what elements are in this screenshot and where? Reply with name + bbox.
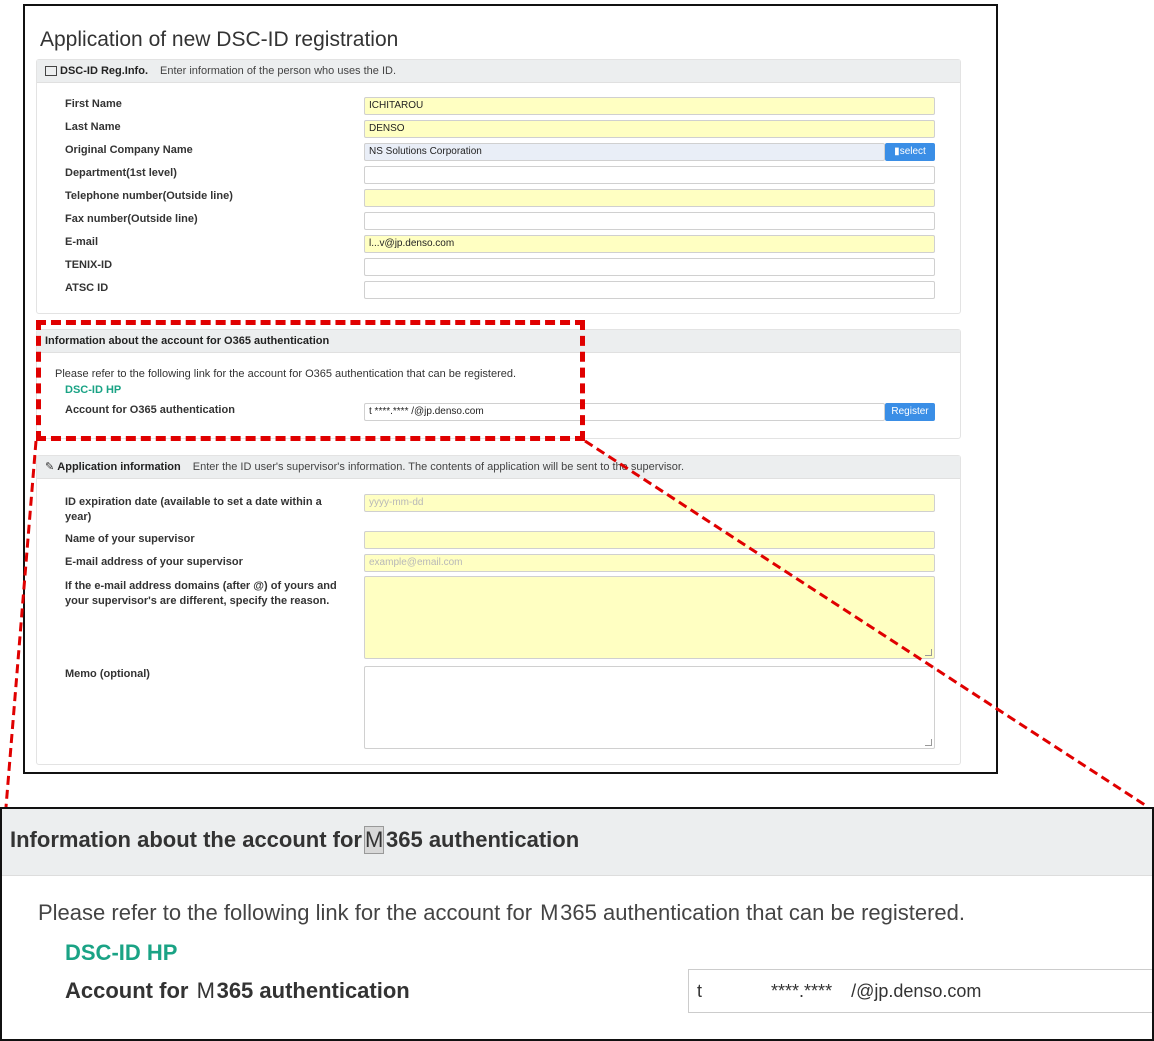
supervisor-email-input[interactable]: example@email.com xyxy=(364,554,935,572)
reg-info-description: Enter information of the person who uses… xyxy=(160,65,397,77)
select-button-label: select xyxy=(899,146,926,157)
application-header: ✎ Application information Enter the ID us… xyxy=(37,456,960,479)
label-tenix-id: TENIX-ID xyxy=(65,259,113,271)
page-title: Application of new DSC-ID registration xyxy=(40,28,399,51)
company-name-input[interactable]: NS Solutions Corporation xyxy=(364,143,885,161)
zoom-account-value-domain: /@jp.denso.com xyxy=(851,981,982,1001)
zoom-note-pre: Please refer to the following link for t… xyxy=(38,900,533,925)
label-first-name: First Name xyxy=(65,98,122,110)
email-input[interactable]: l...v@jp.denso.com xyxy=(364,235,935,253)
label-company-name: Original Company Name xyxy=(65,144,193,156)
zoom-account-glyph: M xyxy=(196,978,215,1003)
last-name-input[interactable]: DENSO xyxy=(364,120,935,138)
zoom-dsc-id-hp-link[interactable]: DSC-ID HP xyxy=(65,940,177,966)
zoom-account-input[interactable]: t ****.**** /@jp.denso.com xyxy=(688,969,1152,1013)
zoom-note-glyph: M xyxy=(540,900,559,925)
select-company-button[interactable]: ▮select xyxy=(885,143,935,161)
label-fax: Fax number(Outside line) xyxy=(65,213,198,225)
reason-textarea[interactable] xyxy=(364,576,935,659)
first-name-input[interactable]: ICHITAROU xyxy=(364,97,935,115)
zoom-header: Information about the account for M 365 au… xyxy=(2,809,1152,876)
zoom-note-post: 365 authentication that can be registere… xyxy=(560,900,966,925)
label-last-name: Last Name xyxy=(65,121,121,133)
resize-grip-icon[interactable] xyxy=(925,649,932,656)
expiration-date-input[interactable]: yyyy-mm-dd xyxy=(364,494,935,512)
label-department: Department(1st level) xyxy=(65,167,177,179)
resize-grip-icon[interactable] xyxy=(925,739,932,746)
application-description: Enter the ID user's supervisor's informa… xyxy=(192,461,685,473)
zoom-account-post: 365 authentication xyxy=(216,978,410,1003)
expiration-placeholder: yyyy-mm-dd xyxy=(369,497,424,508)
telephone-input[interactable] xyxy=(364,189,935,207)
zoom-account-value-t: t xyxy=(697,981,703,1001)
reg-info-heading: DSC-ID Reg.Info. xyxy=(60,65,148,77)
department-input[interactable] xyxy=(364,166,935,184)
label-atsc-id: ATSC ID xyxy=(65,282,109,294)
label-telephone: Telephone number(Outside line) xyxy=(65,190,233,202)
zoom-note: Please refer to the following link for t… xyxy=(38,900,965,926)
label-reason: If the e-mail address domains (after @) … xyxy=(65,580,337,607)
label-email: E-mail xyxy=(65,236,99,248)
zoom-account-value-masked: ****.**** xyxy=(771,981,833,1001)
fax-input[interactable] xyxy=(364,212,935,230)
register-button[interactable]: Register xyxy=(885,403,935,421)
zoom-account-pre: Account for xyxy=(65,978,189,1003)
highlight-box xyxy=(36,320,585,441)
memo-textarea[interactable] xyxy=(364,666,935,749)
zoom-heading-glyph: M xyxy=(364,826,384,854)
supervisor-email-placeholder: example@email.com xyxy=(369,557,463,568)
supervisor-name-input[interactable] xyxy=(364,531,935,549)
tenix-id-input[interactable] xyxy=(364,258,935,276)
application-heading: Application information xyxy=(57,461,181,473)
zoom-account-label: Account for M365 authentication xyxy=(65,978,410,1004)
list-icon xyxy=(45,66,57,77)
label-supervisor-name: Name of your supervisor xyxy=(65,533,195,545)
zoomed-detail: Information about the account for M 365 au… xyxy=(0,807,1154,1041)
zoom-heading: Information about the account for M 365 au… xyxy=(10,826,579,854)
edit-icon: ✎ xyxy=(45,461,55,473)
label-supervisor-email: E-mail address of your supervisor xyxy=(65,556,243,568)
application-panel: ✎ Application information Enter the ID us… xyxy=(36,455,961,765)
zoom-heading-post: 365 authentication xyxy=(386,827,580,852)
label-expiration: ID expiration date (available to set a d… xyxy=(65,496,322,523)
reg-info-header: DSC-ID Reg.Info. Enter information of the… xyxy=(37,60,960,83)
zoom-heading-pre: Information about the account for xyxy=(10,827,362,852)
atsc-id-input[interactable] xyxy=(364,281,935,299)
reg-info-panel: DSC-ID Reg.Info. Enter information of the… xyxy=(36,59,961,314)
label-memo: Memo (optional) xyxy=(65,668,150,680)
